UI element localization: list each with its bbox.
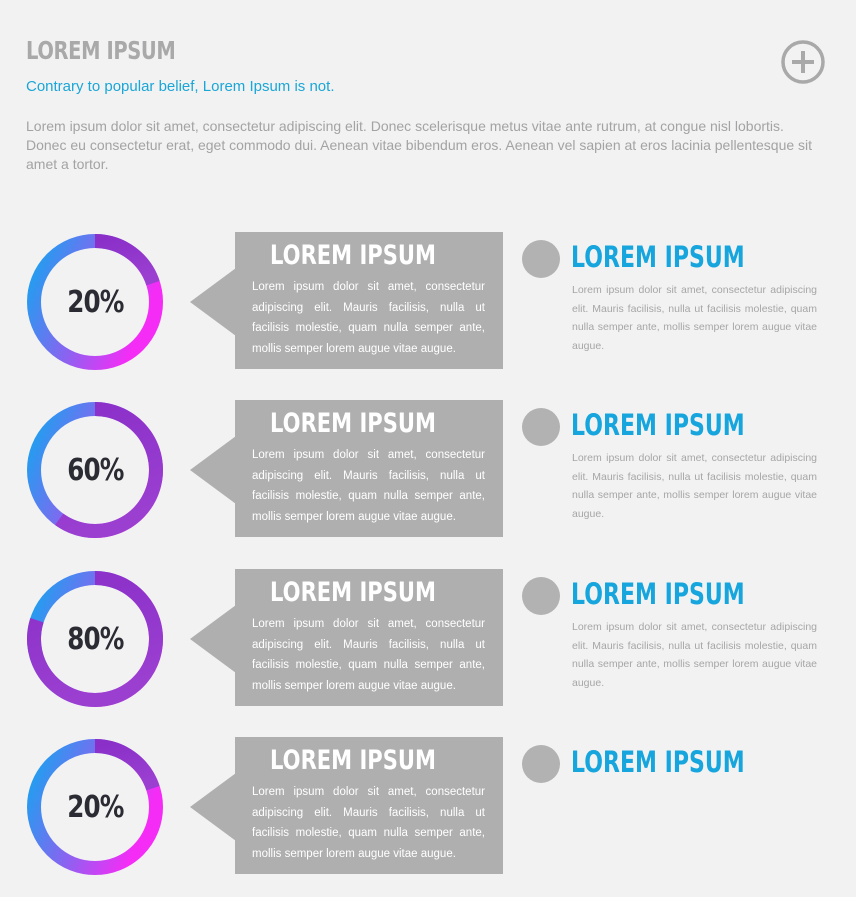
- callout-text: Lorem ipsum dolor sit amet, consectetur …: [252, 786, 485, 860]
- bullet-dot: [522, 745, 560, 783]
- infographic-row: 20% LOREM IPSUM Lorem ipsum dolor sit am…: [0, 737, 856, 897]
- callout-box: LOREM IPSUM Lorem ipsum dolor sit amet, …: [235, 737, 503, 874]
- callout-title: LOREM IPSUM: [270, 408, 436, 439]
- callout-box: LOREM IPSUM Lorem ipsum dolor sit amet, …: [235, 400, 503, 537]
- progress-ring: 20%: [25, 232, 165, 372]
- progress-ring: 60%: [25, 400, 165, 540]
- callout-arrow: [190, 268, 236, 336]
- add-button[interactable]: [780, 39, 826, 85]
- bullet-dot: [522, 240, 560, 278]
- percent-value: 20%: [66, 284, 124, 320]
- side-text: Lorem ipsum dolor sit amet, consectetur …: [572, 621, 817, 689]
- page-subtitle: Contrary to popular belief, Lorem Ipsum …: [26, 78, 335, 95]
- percent-label: 80%: [25, 569, 165, 709]
- plus-circle-icon: [781, 40, 825, 84]
- callout-title: LOREM IPSUM: [270, 240, 436, 271]
- intro-text: Lorem ipsum dolor sit amet, consectetur …: [26, 118, 813, 172]
- callout-arrow: [190, 605, 236, 673]
- side-title: LOREM IPSUM: [571, 408, 745, 442]
- side-text: Lorem ipsum dolor sit amet, consectetur …: [572, 284, 817, 352]
- callout-arrow: [190, 436, 236, 504]
- infographic-row: 80% LOREM IPSUM Lorem ipsum dolor sit am…: [0, 569, 856, 729]
- percent-label: 20%: [25, 232, 165, 372]
- progress-ring: 80%: [25, 569, 165, 709]
- callout-arrow: [190, 773, 236, 841]
- callout-title: LOREM IPSUM: [270, 577, 436, 608]
- progress-ring: 20%: [25, 737, 165, 877]
- infographic-row: 60% LOREM IPSUM Lorem ipsum dolor sit am…: [0, 400, 856, 560]
- side-text: Lorem ipsum dolor sit amet, consectetur …: [572, 452, 817, 520]
- percent-label: 60%: [25, 400, 165, 540]
- side-title: LOREM IPSUM: [571, 240, 745, 274]
- infographic-row: 20% LOREM IPSUM Lorem ipsum dolor sit am…: [0, 232, 856, 392]
- bullet-dot: [522, 577, 560, 615]
- callout-text: Lorem ipsum dolor sit amet, consectetur …: [252, 281, 485, 355]
- bullet-dot: [522, 408, 560, 446]
- percent-value: 20%: [66, 789, 124, 825]
- side-title: LOREM IPSUM: [571, 745, 745, 779]
- page-title: LOREM IPSUM: [26, 36, 176, 65]
- callout-box: LOREM IPSUM Lorem ipsum dolor sit amet, …: [235, 569, 503, 706]
- side-title: LOREM IPSUM: [571, 577, 745, 611]
- callout-title: LOREM IPSUM: [270, 745, 436, 776]
- callout-text: Lorem ipsum dolor sit amet, consectetur …: [252, 618, 485, 692]
- percent-label: 20%: [25, 737, 165, 877]
- percent-value: 60%: [66, 452, 124, 488]
- callout-text: Lorem ipsum dolor sit amet, consectetur …: [252, 449, 485, 523]
- percent-value: 80%: [66, 621, 124, 657]
- callout-box: LOREM IPSUM Lorem ipsum dolor sit amet, …: [235, 232, 503, 369]
